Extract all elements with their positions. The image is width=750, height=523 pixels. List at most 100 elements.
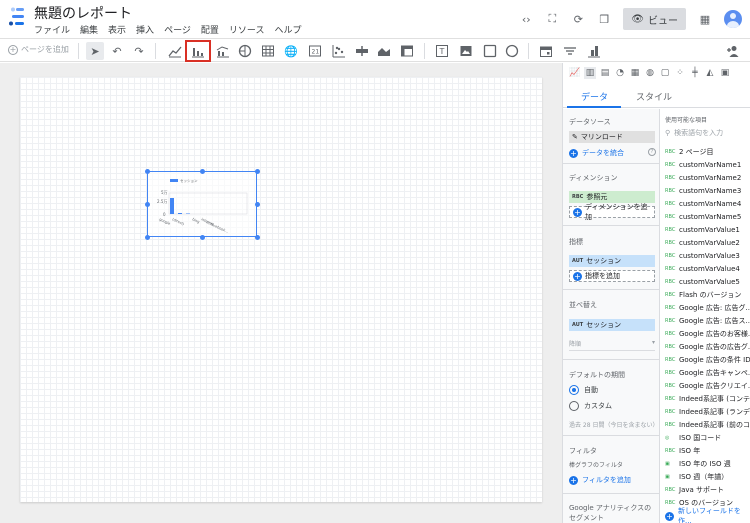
- menu-insert[interactable]: 挿入: [136, 23, 154, 36]
- menu-edit[interactable]: 編集: [80, 23, 98, 36]
- field-item[interactable]: RBC customVarName4: [665, 197, 750, 210]
- field-item[interactable]: RBC Google 広告のお客様...: [665, 327, 750, 340]
- new-field-button[interactable]: + 新しいフィールドを作...: [661, 507, 750, 523]
- date-auto-radio[interactable]: 自動: [569, 385, 598, 395]
- add-page-button[interactable]: + ページを追加: [8, 44, 69, 55]
- field-item[interactable]: RBC Google 広告キャンペ...: [665, 366, 750, 379]
- field-item[interactable]: RBC customVarValue3: [665, 249, 750, 262]
- table-icon[interactable]: [259, 42, 277, 60]
- fullscreen-icon[interactable]: ⛶: [545, 12, 559, 26]
- field-item[interactable]: RBC 2 ページ目: [665, 145, 750, 158]
- resize-handle[interactable]: [145, 169, 150, 174]
- data-studio-logo-icon[interactable]: [9, 6, 25, 28]
- field-item[interactable]: RBC customVarName3: [665, 184, 750, 197]
- pivot-table-icon[interactable]: [398, 42, 416, 60]
- field-item[interactable]: RBC customVarName5: [665, 210, 750, 223]
- field-item[interactable]: RBC Java サポート: [665, 483, 750, 496]
- combo-chart-icon[interactable]: ▤: [599, 67, 611, 79]
- metric-chip[interactable]: AUT セッション: [569, 255, 655, 267]
- menu-help[interactable]: ヘルプ: [274, 23, 301, 36]
- area-chart-icon[interactable]: ◭: [704, 67, 716, 79]
- bar-chart-icon[interactable]: [185, 40, 211, 62]
- report-page[interactable]: セッション 5万 2.5万 0 google (direct) bing int…: [20, 77, 542, 502]
- select-tool-icon[interactable]: ➤: [86, 42, 104, 60]
- field-item[interactable]: ▣ ISO 週（年譜）: [665, 470, 750, 483]
- menu-resource[interactable]: リソース: [229, 23, 265, 36]
- field-item[interactable]: RBC Google 広告: 広告グ...: [665, 301, 750, 314]
- sort-chip[interactable]: AUT セッション: [569, 319, 655, 331]
- date-range-icon[interactable]: [537, 42, 555, 60]
- date-custom-radio[interactable]: カスタム: [569, 401, 612, 411]
- geo-map-icon[interactable]: 🌐: [282, 42, 300, 60]
- field-item[interactable]: RBC customVarValue4: [665, 262, 750, 275]
- bar-chart-component[interactable]: セッション 5万 2.5万 0 google (direct) bing int…: [145, 169, 260, 240]
- add-user-icon[interactable]: [724, 42, 742, 60]
- resize-handle[interactable]: [255, 235, 260, 240]
- circle-icon[interactable]: [503, 42, 521, 60]
- tab-style[interactable]: スタイル: [636, 90, 672, 103]
- rectangle-icon[interactable]: [481, 42, 499, 60]
- pie-chart-icon[interactable]: [236, 42, 254, 60]
- resize-handle[interactable]: [255, 202, 260, 207]
- report-title[interactable]: 無題のレポート: [34, 3, 132, 23]
- combo-chart-icon[interactable]: [214, 42, 232, 60]
- field-item[interactable]: RBC customVarValue1: [665, 223, 750, 236]
- scorecard-icon[interactable]: 21: [306, 42, 324, 60]
- avatar[interactable]: [724, 10, 742, 28]
- area-chart-icon[interactable]: [375, 42, 393, 60]
- resize-handle[interactable]: [145, 235, 150, 240]
- help-icon[interactable]: ?: [648, 148, 656, 156]
- field-item[interactable]: RBC Indeed系記事 (コンテ...: [665, 392, 750, 405]
- resize-handle[interactable]: [200, 169, 205, 174]
- data-control-icon[interactable]: [585, 42, 603, 60]
- undo-icon[interactable]: ↶: [108, 42, 126, 60]
- field-item[interactable]: RBC customVarName2: [665, 171, 750, 184]
- field-item[interactable]: RBC ISO 年: [665, 444, 750, 457]
- time-series-chart-icon[interactable]: 📈: [569, 67, 581, 79]
- geo-map-icon[interactable]: ◍: [644, 67, 656, 79]
- add-filter-button[interactable]: + フィルタを追加: [569, 475, 631, 485]
- image-icon[interactable]: [457, 42, 475, 60]
- resize-handle[interactable]: [145, 202, 150, 207]
- field-item[interactable]: ◎ ISO 国コード: [665, 431, 750, 444]
- field-item[interactable]: RBC Indeed系記事 (前のコ...: [665, 418, 750, 431]
- add-dimension-button[interactable]: + ディメンションを追加: [569, 203, 655, 221]
- text-box-icon[interactable]: T: [433, 42, 451, 60]
- copy-icon[interactable]: ❐: [597, 12, 611, 26]
- scatter-chart-icon[interactable]: [330, 42, 348, 60]
- data-source-chip[interactable]: ✎ マリンロード: [569, 131, 655, 143]
- view-button[interactable]: 👁 ビュー: [623, 8, 686, 30]
- scatter-chart-icon[interactable]: ⁘: [674, 67, 686, 79]
- filter-control-icon[interactable]: [561, 42, 579, 60]
- scorecard-icon[interactable]: ▢: [659, 67, 671, 79]
- tab-data[interactable]: データ: [581, 90, 608, 103]
- field-item[interactable]: RBC Google 広告の条件 ID: [665, 353, 750, 366]
- pivot-table-icon[interactable]: ▣: [719, 67, 731, 79]
- bullet-chart-icon[interactable]: ╪: [689, 67, 701, 79]
- field-item[interactable]: RBC customVarValue2: [665, 236, 750, 249]
- menu-arrange[interactable]: 配置: [201, 23, 219, 36]
- menu-view[interactable]: 表示: [108, 23, 126, 36]
- add-metric-button[interactable]: + 指標を追加: [569, 270, 655, 282]
- field-item[interactable]: RBC Flash のバージョン: [665, 288, 750, 301]
- redo-icon[interactable]: ↷: [130, 42, 148, 60]
- resize-handle[interactable]: [200, 235, 205, 240]
- field-item[interactable]: ▣ ISO 年の ISO 週: [665, 457, 750, 470]
- field-item[interactable]: RBC Google 広告クリエイ...: [665, 379, 750, 392]
- field-item[interactable]: RBC Google 広告: 広告ス...: [665, 314, 750, 327]
- menu-file[interactable]: ファイル: [34, 23, 70, 36]
- field-search[interactable]: ⚲ 検索語句を入力: [665, 128, 723, 138]
- embed-code-icon[interactable]: ‹›: [519, 12, 533, 26]
- bullet-chart-icon[interactable]: [353, 42, 371, 60]
- sort-order-select[interactable]: 降順 ▾: [569, 339, 655, 351]
- refresh-icon[interactable]: ⟳: [571, 12, 585, 26]
- time-series-chart-icon[interactable]: [166, 42, 184, 60]
- field-item[interactable]: RBC Google 広告の広告グ...: [665, 340, 750, 353]
- table-icon[interactable]: ▦: [629, 67, 641, 79]
- field-item[interactable]: RBC customVarName1: [665, 158, 750, 171]
- pie-chart-icon[interactable]: ◔: [614, 67, 626, 79]
- field-item[interactable]: RBC customVarValue5: [665, 275, 750, 288]
- blend-data-button[interactable]: + データを統合: [569, 148, 624, 158]
- resize-handle[interactable]: [255, 169, 260, 174]
- bar-chart-icon[interactable]: ▥: [584, 67, 596, 79]
